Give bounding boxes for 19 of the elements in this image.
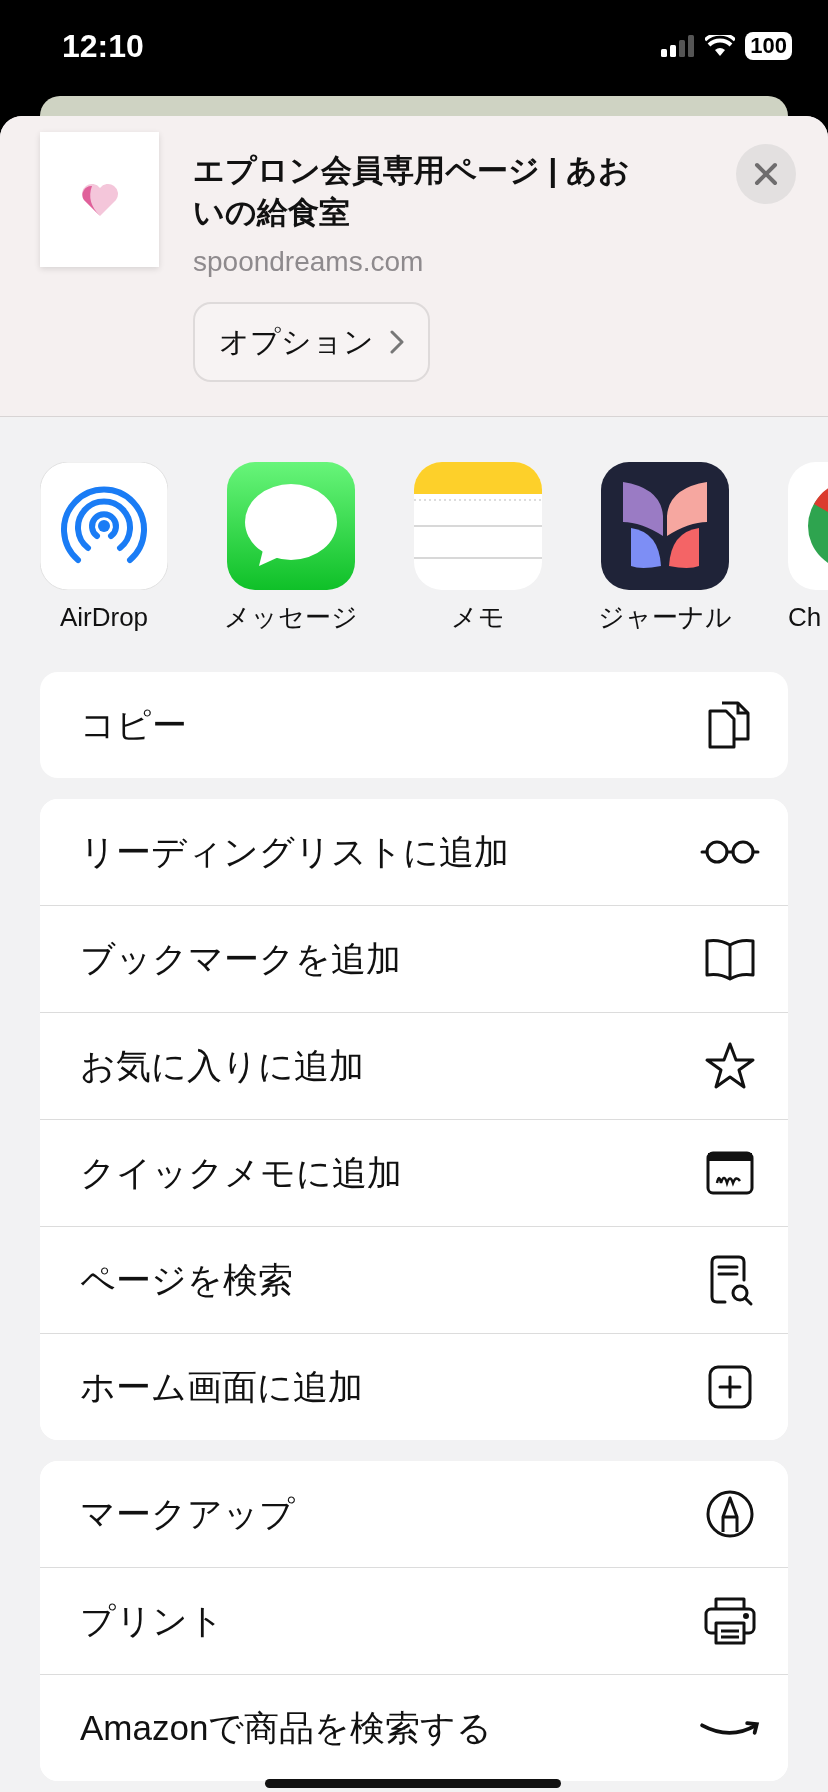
app-label[interactable]: メッセージ (224, 600, 358, 634)
app-label[interactable]: AirDrop (59, 600, 149, 634)
smile-arrow-icon (700, 1720, 760, 1736)
app-label[interactable]: ジャーナル (598, 600, 732, 634)
clock-time: 12:10 (62, 27, 144, 65)
wifi-icon (705, 35, 736, 57)
butterfly-icon[interactable] (601, 462, 729, 590)
options-button[interactable]: オプション (193, 302, 430, 382)
page-domain: spoondreams.com (193, 246, 424, 278)
chevron-icon (390, 330, 404, 354)
battery-level: 100 (745, 32, 792, 60)
page-title: エプロン会員専用ページ | あおいの給食室 (193, 152, 631, 232)
app-label[interactable]: メモ (451, 600, 505, 634)
speech-bubble-icon[interactable] (227, 462, 355, 590)
heart-icon (79, 181, 120, 218)
close-icon (754, 162, 778, 186)
app-label[interactable]: Ch (788, 600, 822, 634)
airdrop-icon[interactable] (40, 462, 168, 590)
signal-icon (661, 35, 696, 57)
